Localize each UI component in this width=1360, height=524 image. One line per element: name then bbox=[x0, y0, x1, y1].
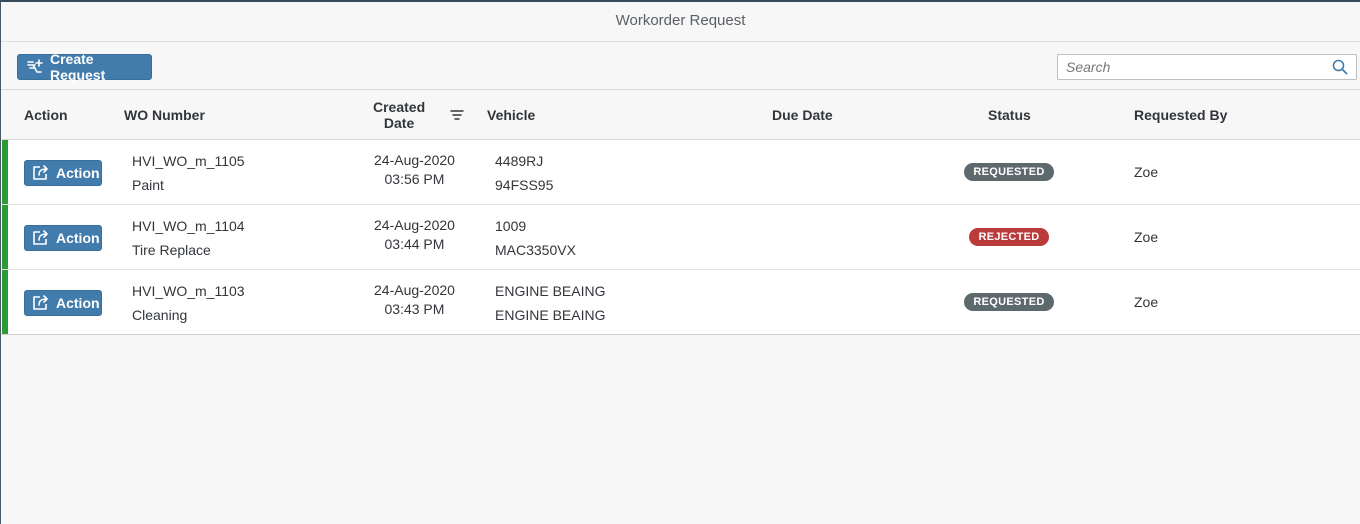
row-action-label: Action bbox=[56, 295, 100, 311]
requested-by-cell: Zoe bbox=[1134, 229, 1159, 245]
create-request-icon bbox=[26, 59, 44, 75]
status-badge: REJECTED bbox=[969, 228, 1049, 246]
column-header-action[interactable]: Action bbox=[24, 90, 68, 140]
row-action-button[interactable]: Action bbox=[24, 225, 102, 251]
vehicle-cell: ENGINE BEAING ENGINE BEAING bbox=[495, 279, 605, 327]
status-badge: REQUESTED bbox=[964, 163, 1054, 181]
wo-number: HVI_WO_m_1104 bbox=[132, 218, 245, 234]
toolbar: Create Request bbox=[1, 42, 1360, 90]
created-date: 24-Aug-2020 bbox=[374, 152, 455, 168]
created-date: 24-Aug-2020 bbox=[374, 217, 455, 233]
vehicle-cell: 1009 MAC3350VX bbox=[495, 214, 576, 262]
wo-number: HVI_WO_m_1105 bbox=[132, 153, 245, 169]
requested-by-cell: Zoe bbox=[1134, 294, 1159, 310]
row-action-button[interactable]: Action bbox=[24, 290, 102, 316]
search-input[interactable] bbox=[1058, 55, 1316, 79]
wo-cell: HVI_WO_m_1105 Paint bbox=[132, 149, 245, 197]
wo-number: HVI_WO_m_1103 bbox=[132, 283, 245, 299]
table-row[interactable]: Action HVI_WO_m_1103 Cleaning 24-Aug-202… bbox=[1, 270, 1360, 335]
vehicle-line2: ENGINE BEAING bbox=[495, 307, 606, 323]
created-time: 03:43 PM bbox=[384, 301, 445, 317]
open-in-new-icon bbox=[32, 230, 50, 246]
search-icon[interactable] bbox=[1332, 59, 1348, 75]
row-action-label: Action bbox=[56, 230, 100, 246]
column-header-due-date[interactable]: Due Date bbox=[772, 90, 833, 140]
row-action-button[interactable]: Action bbox=[24, 160, 102, 186]
created-date: 24-Aug-2020 bbox=[374, 282, 455, 298]
vehicle-cell: 4489RJ 94FSS95 bbox=[495, 149, 553, 197]
column-header-wo-number[interactable]: WO Number bbox=[124, 90, 205, 140]
create-request-button[interactable]: Create Request bbox=[17, 51, 152, 83]
open-in-new-icon bbox=[32, 165, 50, 181]
column-header-status[interactable]: Status bbox=[988, 90, 1031, 140]
column-header-created-line1: Created bbox=[373, 99, 426, 115]
table-header: Action WO Number Created Date Vehicle Du… bbox=[1, 90, 1360, 140]
column-header-created-line2: Date bbox=[383, 115, 415, 131]
table-row[interactable]: Action HVI_WO_m_1105 Paint 24-Aug-2020 0… bbox=[1, 140, 1360, 205]
sort-filter-icon[interactable] bbox=[450, 108, 464, 120]
wo-description: Paint bbox=[132, 177, 164, 193]
wo-cell: HVI_WO_m_1103 Cleaning bbox=[132, 279, 245, 327]
wo-cell: HVI_WO_m_1104 Tire Replace bbox=[132, 214, 245, 262]
created-time: 03:56 PM bbox=[384, 171, 445, 187]
app-window: Workorder Request Create Request Action bbox=[0, 0, 1360, 524]
page-title: Workorder Request bbox=[1, 2, 1360, 42]
row-action-label: Action bbox=[56, 165, 100, 181]
create-request-label: Create Request bbox=[50, 51, 106, 83]
column-header-vehicle[interactable]: Vehicle bbox=[487, 90, 535, 140]
vehicle-line1: 4489RJ bbox=[495, 153, 544, 169]
vehicle-line1: ENGINE BEAING bbox=[495, 283, 606, 299]
search-field[interactable] bbox=[1057, 54, 1357, 80]
column-header-created-date[interactable]: Created Date bbox=[373, 90, 425, 140]
requested-by-cell: Zoe bbox=[1134, 164, 1159, 180]
column-header-requested-by[interactable]: Requested By bbox=[1134, 90, 1227, 140]
row-highlight-indicator bbox=[2, 205, 8, 269]
table-row[interactable]: Action HVI_WO_m_1104 Tire Replace 24-Aug… bbox=[1, 205, 1360, 270]
table-body: Action HVI_WO_m_1105 Paint 24-Aug-2020 0… bbox=[1, 140, 1360, 335]
wo-description: Tire Replace bbox=[132, 242, 211, 258]
vehicle-line2: 94FSS95 bbox=[495, 177, 554, 193]
status-badge: REQUESTED bbox=[964, 293, 1054, 311]
created-date-cell: 24-Aug-2020 03:43 PM bbox=[374, 281, 455, 319]
wo-description: Cleaning bbox=[132, 307, 188, 323]
row-highlight-indicator bbox=[2, 270, 8, 334]
open-in-new-icon bbox=[32, 295, 50, 311]
created-time: 03:44 PM bbox=[384, 236, 445, 252]
vehicle-line2: MAC3350VX bbox=[495, 242, 576, 258]
created-date-cell: 24-Aug-2020 03:44 PM bbox=[374, 216, 455, 254]
vehicle-line1: 1009 bbox=[495, 218, 527, 234]
row-highlight-indicator bbox=[2, 140, 8, 204]
created-date-cell: 24-Aug-2020 03:56 PM bbox=[374, 151, 455, 189]
